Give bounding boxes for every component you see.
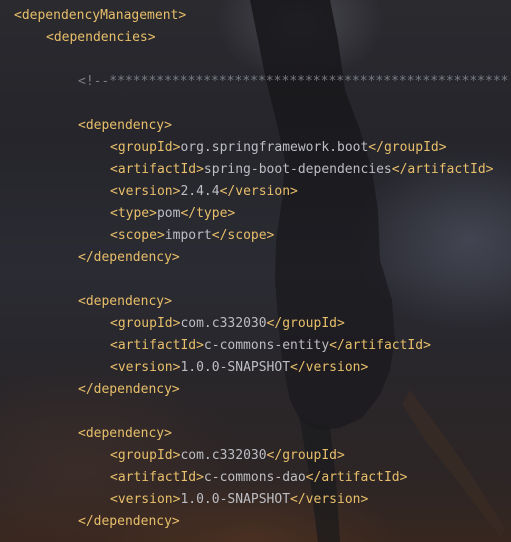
xml-comment: <!--************************************… — [78, 74, 509, 89]
code-line[interactable]: <version>2.4.4</version> — [110, 181, 298, 203]
code-line[interactable]: <scope>import</scope> — [110, 225, 274, 247]
code-line[interactable]: <version>1.0.0-SNAPSHOT</version> — [110, 489, 368, 511]
xml-tag: <version> — [110, 492, 181, 507]
code-line[interactable]: <type>pom</type> — [110, 203, 235, 225]
code-line[interactable]: </dependency> — [78, 511, 180, 533]
xml-tag: </scope> — [211, 228, 275, 243]
code-line[interactable]: </dependency> — [78, 247, 180, 269]
xml-text-value: c-commons-entity — [203, 338, 330, 353]
code-line[interactable]: <artifactId>spring-boot-dependencies</ar… — [110, 159, 494, 181]
xml-tag: <artifactId> — [110, 162, 204, 177]
code-line[interactable]: <groupId>com.c332030</groupId> — [110, 445, 345, 467]
xml-tag: </groupId> — [266, 448, 345, 463]
xml-text-value: import — [164, 228, 212, 243]
xml-text-value: pom — [156, 206, 181, 221]
xml-tag: </version> — [290, 492, 369, 507]
xml-tag: <groupId> — [110, 448, 181, 463]
xml-text-value: 1.0.0-SNAPSHOT — [180, 492, 291, 507]
code-line[interactable]: <artifactId>c-commons-entity</artifactId… — [110, 335, 431, 357]
xml-tag: </dependency> — [78, 514, 180, 529]
xml-tag: <version> — [110, 360, 181, 375]
xml-tag: </dependency> — [78, 382, 180, 397]
code-line[interactable]: <dependencies> — [46, 27, 156, 49]
xml-tag: <dependencies> — [46, 30, 156, 45]
xml-code-area[interactable]: <dependencyManagement> <dependencies> <!--… — [0, 5, 511, 537]
xml-tag: <type> — [110, 206, 157, 221]
xml-text-value: 1.0.0-SNAPSHOT — [180, 360, 291, 375]
code-line[interactable]: <dependency> — [78, 115, 172, 137]
code-line[interactable]: <dependency> — [78, 423, 172, 445]
xml-tag: <artifactId> — [110, 470, 204, 485]
xml-tag: </artifactId> — [391, 162, 494, 177]
code-line[interactable]: </dependency> — [78, 379, 180, 401]
xml-tag: </groupId> — [368, 140, 447, 155]
xml-tag: <groupId> — [110, 316, 181, 331]
xml-tag: <groupId> — [110, 140, 181, 155]
xml-tag: <dependency> — [78, 426, 172, 441]
xml-tag: <artifactId> — [110, 338, 204, 353]
xml-text-value: com.c332030 — [180, 316, 267, 331]
xml-tag: </artifactId> — [329, 338, 431, 353]
xml-tag: </version> — [290, 360, 369, 375]
code-line[interactable]: <dependency> — [78, 291, 172, 313]
xml-text-value: com.c332030 — [180, 448, 267, 463]
xml-tag: </version> — [219, 184, 298, 199]
code-line[interactable]: <version>1.0.0-SNAPSHOT</version> — [110, 357, 368, 379]
code-line[interactable]: <groupId>org.springframework.boot</group… — [110, 137, 447, 159]
xml-tag: </dependency> — [78, 250, 180, 265]
code-line[interactable]: <!--************************************… — [78, 71, 508, 93]
xml-tag: <dependency> — [78, 118, 172, 133]
xml-text-value: org.springframework.boot — [180, 140, 369, 155]
xml-tag: <dependency> — [78, 294, 172, 309]
code-line[interactable]: <dependencyManagement> — [14, 5, 186, 27]
xml-text-value: spring-boot-dependencies — [203, 162, 392, 177]
xml-text-value: c-commons-dao — [203, 470, 306, 485]
code-line[interactable]: <groupId>com.c332030</groupId> — [110, 313, 345, 335]
xml-text-value: 2.4.4 — [180, 184, 220, 199]
xml-tag: </groupId> — [266, 316, 345, 331]
xml-tag: <version> — [110, 184, 181, 199]
xml-tag: <scope> — [110, 228, 165, 243]
code-line[interactable]: <artifactId>c-commons-dao</artifactId> — [110, 467, 407, 489]
xml-tag: </artifactId> — [305, 470, 408, 485]
xml-tag: </type> — [180, 206, 236, 221]
xml-tag: <dependencyManagement> — [14, 8, 187, 23]
